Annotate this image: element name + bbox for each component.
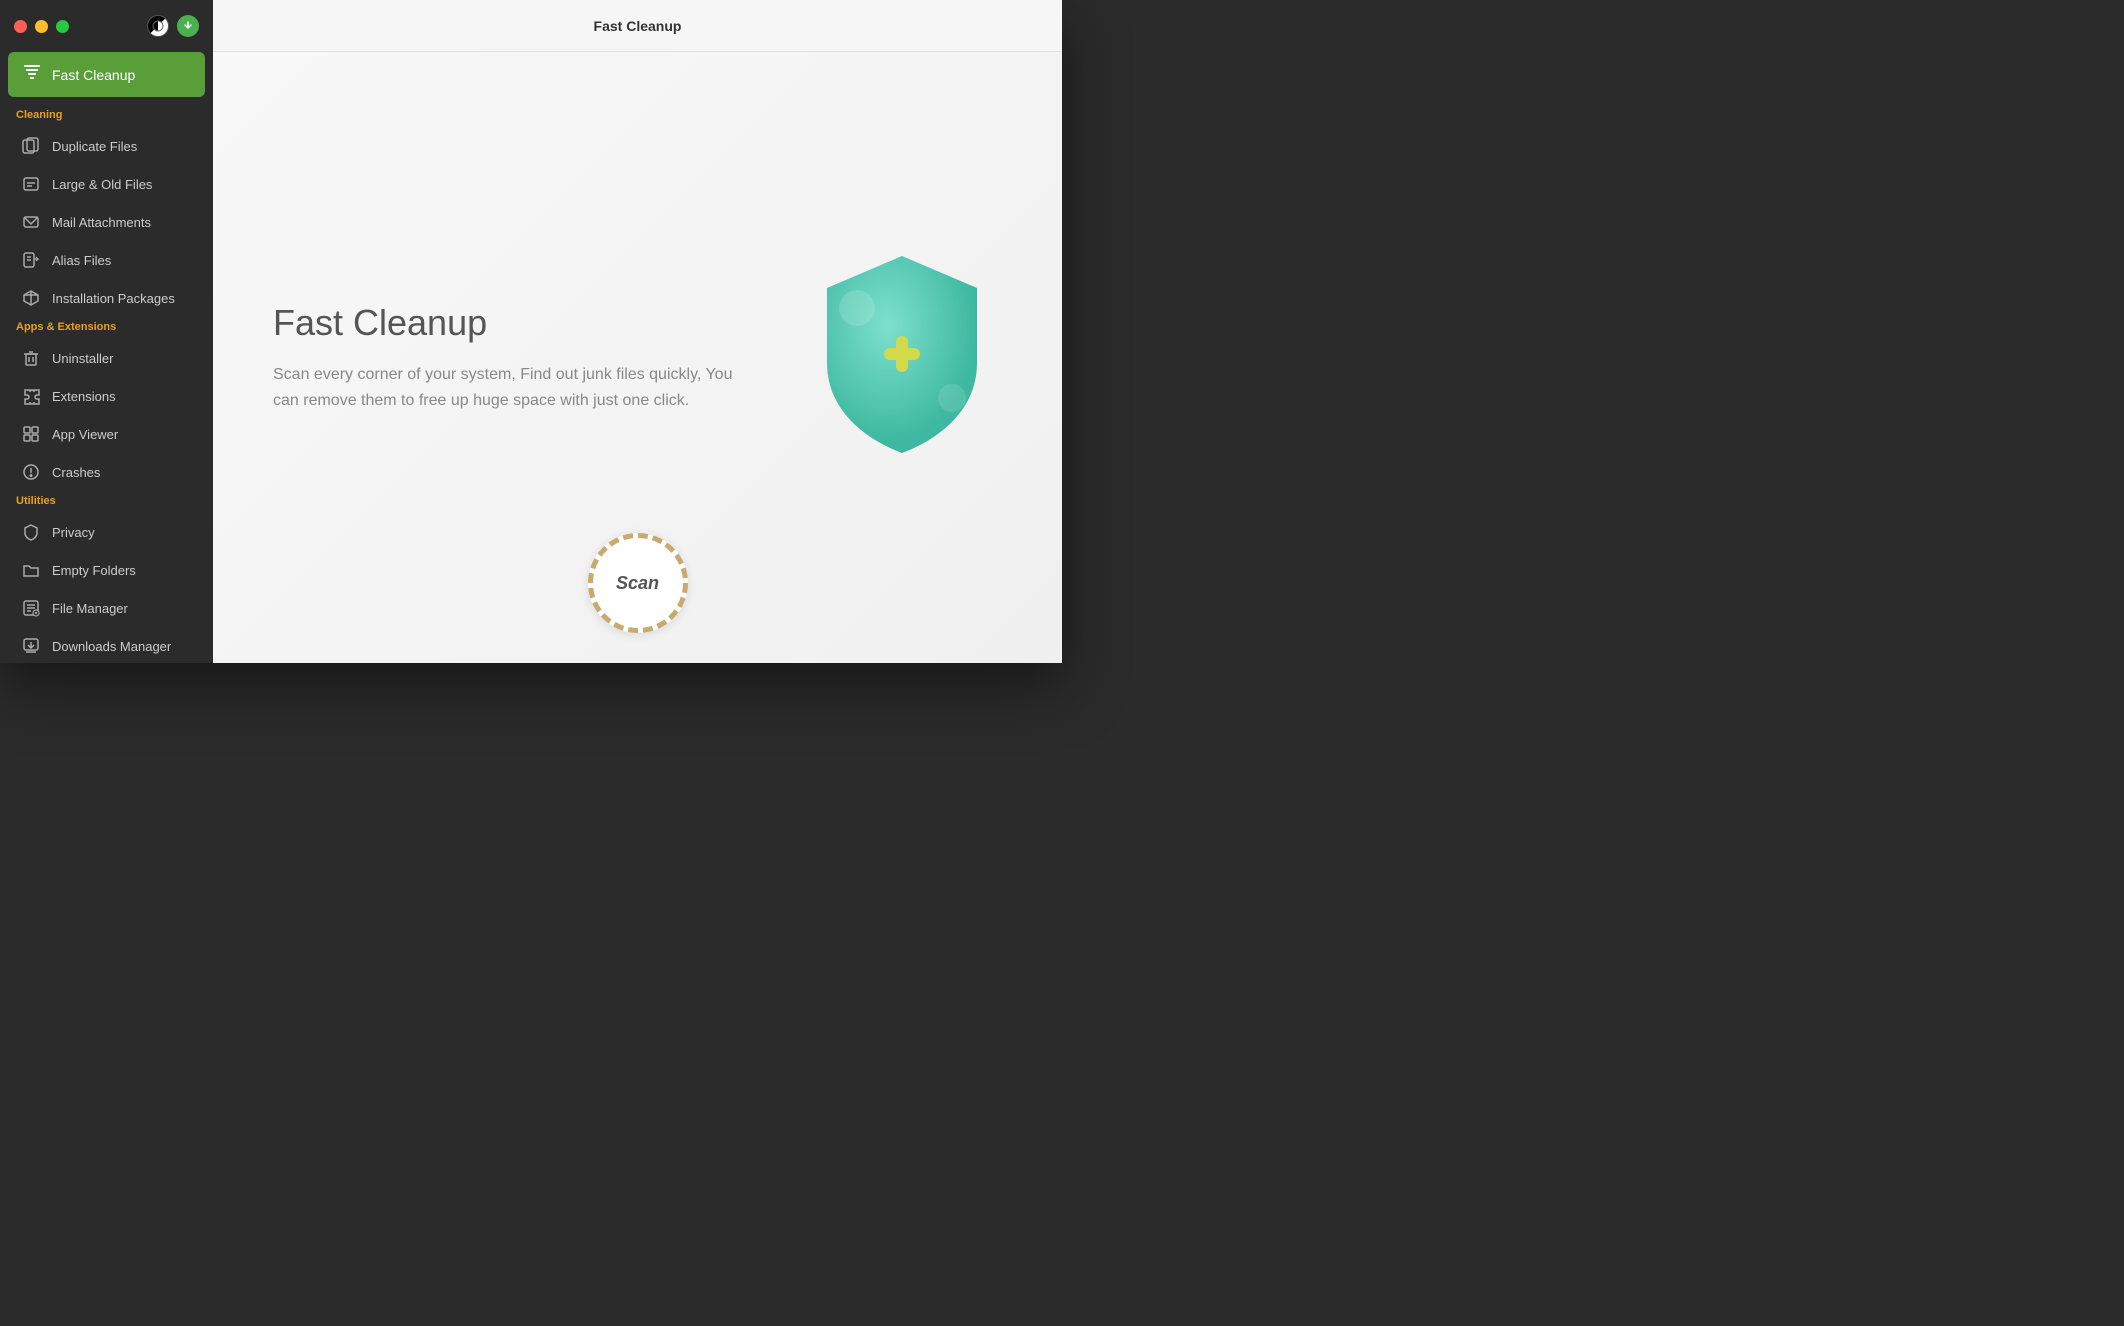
downloads-icon [20, 635, 42, 657]
duplicate-files-label: Duplicate Files [52, 139, 137, 154]
section-header-cleaning: Cleaning [0, 105, 213, 127]
file-manager-icon [20, 597, 42, 619]
sidebar-item-privacy[interactable]: Privacy [4, 513, 209, 551]
sidebar: Fast Cleanup Cleaning Duplicate Files La… [0, 0, 213, 663]
main-content: Fast Cleanup Fast Cleanup Scan every cor… [213, 0, 1062, 663]
extensions-label: Extensions [52, 389, 116, 404]
sidebar-item-app-viewer[interactable]: App Viewer [4, 415, 209, 453]
alias-files-label: Alias Files [52, 253, 111, 268]
scan-button-label: Scan [616, 573, 659, 594]
duplicate-files-icon [20, 135, 42, 157]
privacy-label: Privacy [52, 525, 95, 540]
sidebar-item-large-old-files[interactable]: Large & Old Files [4, 165, 209, 203]
crash-icon [20, 461, 42, 483]
shield-icon [802, 248, 1002, 468]
trash-icon [20, 347, 42, 369]
contrast-icon[interactable] [147, 15, 169, 37]
sidebar-item-crashes[interactable]: Crashes [4, 453, 209, 491]
feature-description: Scan every corner of your system, Find o… [273, 362, 733, 413]
privacy-icon [20, 521, 42, 543]
sidebar-item-duplicate-files[interactable]: Duplicate Files [4, 127, 209, 165]
puzzle-icon [20, 385, 42, 407]
section-header-apps: Apps & Extensions [0, 317, 213, 339]
main-header-title: Fast Cleanup [594, 18, 682, 34]
main-body: Fast Cleanup Scan every corner of your s… [213, 52, 1062, 663]
package-icon [20, 287, 42, 309]
fast-cleanup-label: Fast Cleanup [52, 67, 135, 83]
sidebar-item-extensions[interactable]: Extensions [4, 377, 209, 415]
feature-title: Fast Cleanup [273, 302, 733, 344]
scan-button-area: Scan [588, 533, 688, 633]
large-files-icon [20, 173, 42, 195]
mail-attachments-label: Mail Attachments [52, 215, 151, 230]
file-manager-label: File Manager [52, 601, 128, 616]
maximize-button[interactable] [56, 20, 69, 33]
downloads-manager-label: Downloads Manager [52, 639, 171, 654]
crashes-label: Crashes [52, 465, 100, 480]
alias-icon [20, 249, 42, 271]
mail-icon [20, 211, 42, 233]
sidebar-item-uninstaller[interactable]: Uninstaller [4, 339, 209, 377]
sidebar-item-file-manager[interactable]: File Manager [4, 589, 209, 627]
fast-cleanup-icon [22, 62, 42, 87]
app-viewer-icon [20, 423, 42, 445]
uninstaller-label: Uninstaller [52, 351, 113, 366]
sidebar-item-alias-files[interactable]: Alias Files [4, 241, 209, 279]
shield-container [802, 248, 1002, 468]
update-icon[interactable] [177, 15, 199, 37]
feature-text-area: Fast Cleanup Scan every corner of your s… [273, 302, 733, 413]
sidebar-item-fast-cleanup[interactable]: Fast Cleanup [8, 52, 205, 97]
close-button[interactable] [14, 20, 27, 33]
folder-icon [20, 559, 42, 581]
sidebar-item-installation-packages[interactable]: Installation Packages [4, 279, 209, 317]
sidebar-item-mail-attachments[interactable]: Mail Attachments [4, 203, 209, 241]
sidebar-item-downloads-manager[interactable]: Downloads Manager [4, 627, 209, 663]
app-viewer-label: App Viewer [52, 427, 118, 442]
installation-packages-label: Installation Packages [52, 291, 175, 306]
empty-folders-label: Empty Folders [52, 563, 136, 578]
sidebar-item-empty-folders[interactable]: Empty Folders [4, 551, 209, 589]
main-header: Fast Cleanup [213, 0, 1062, 52]
minimize-button[interactable] [35, 20, 48, 33]
large-files-label: Large & Old Files [52, 177, 152, 192]
section-header-utilities: Utilities [0, 491, 213, 513]
scan-button[interactable]: Scan [588, 533, 688, 633]
title-bar [0, 0, 213, 52]
